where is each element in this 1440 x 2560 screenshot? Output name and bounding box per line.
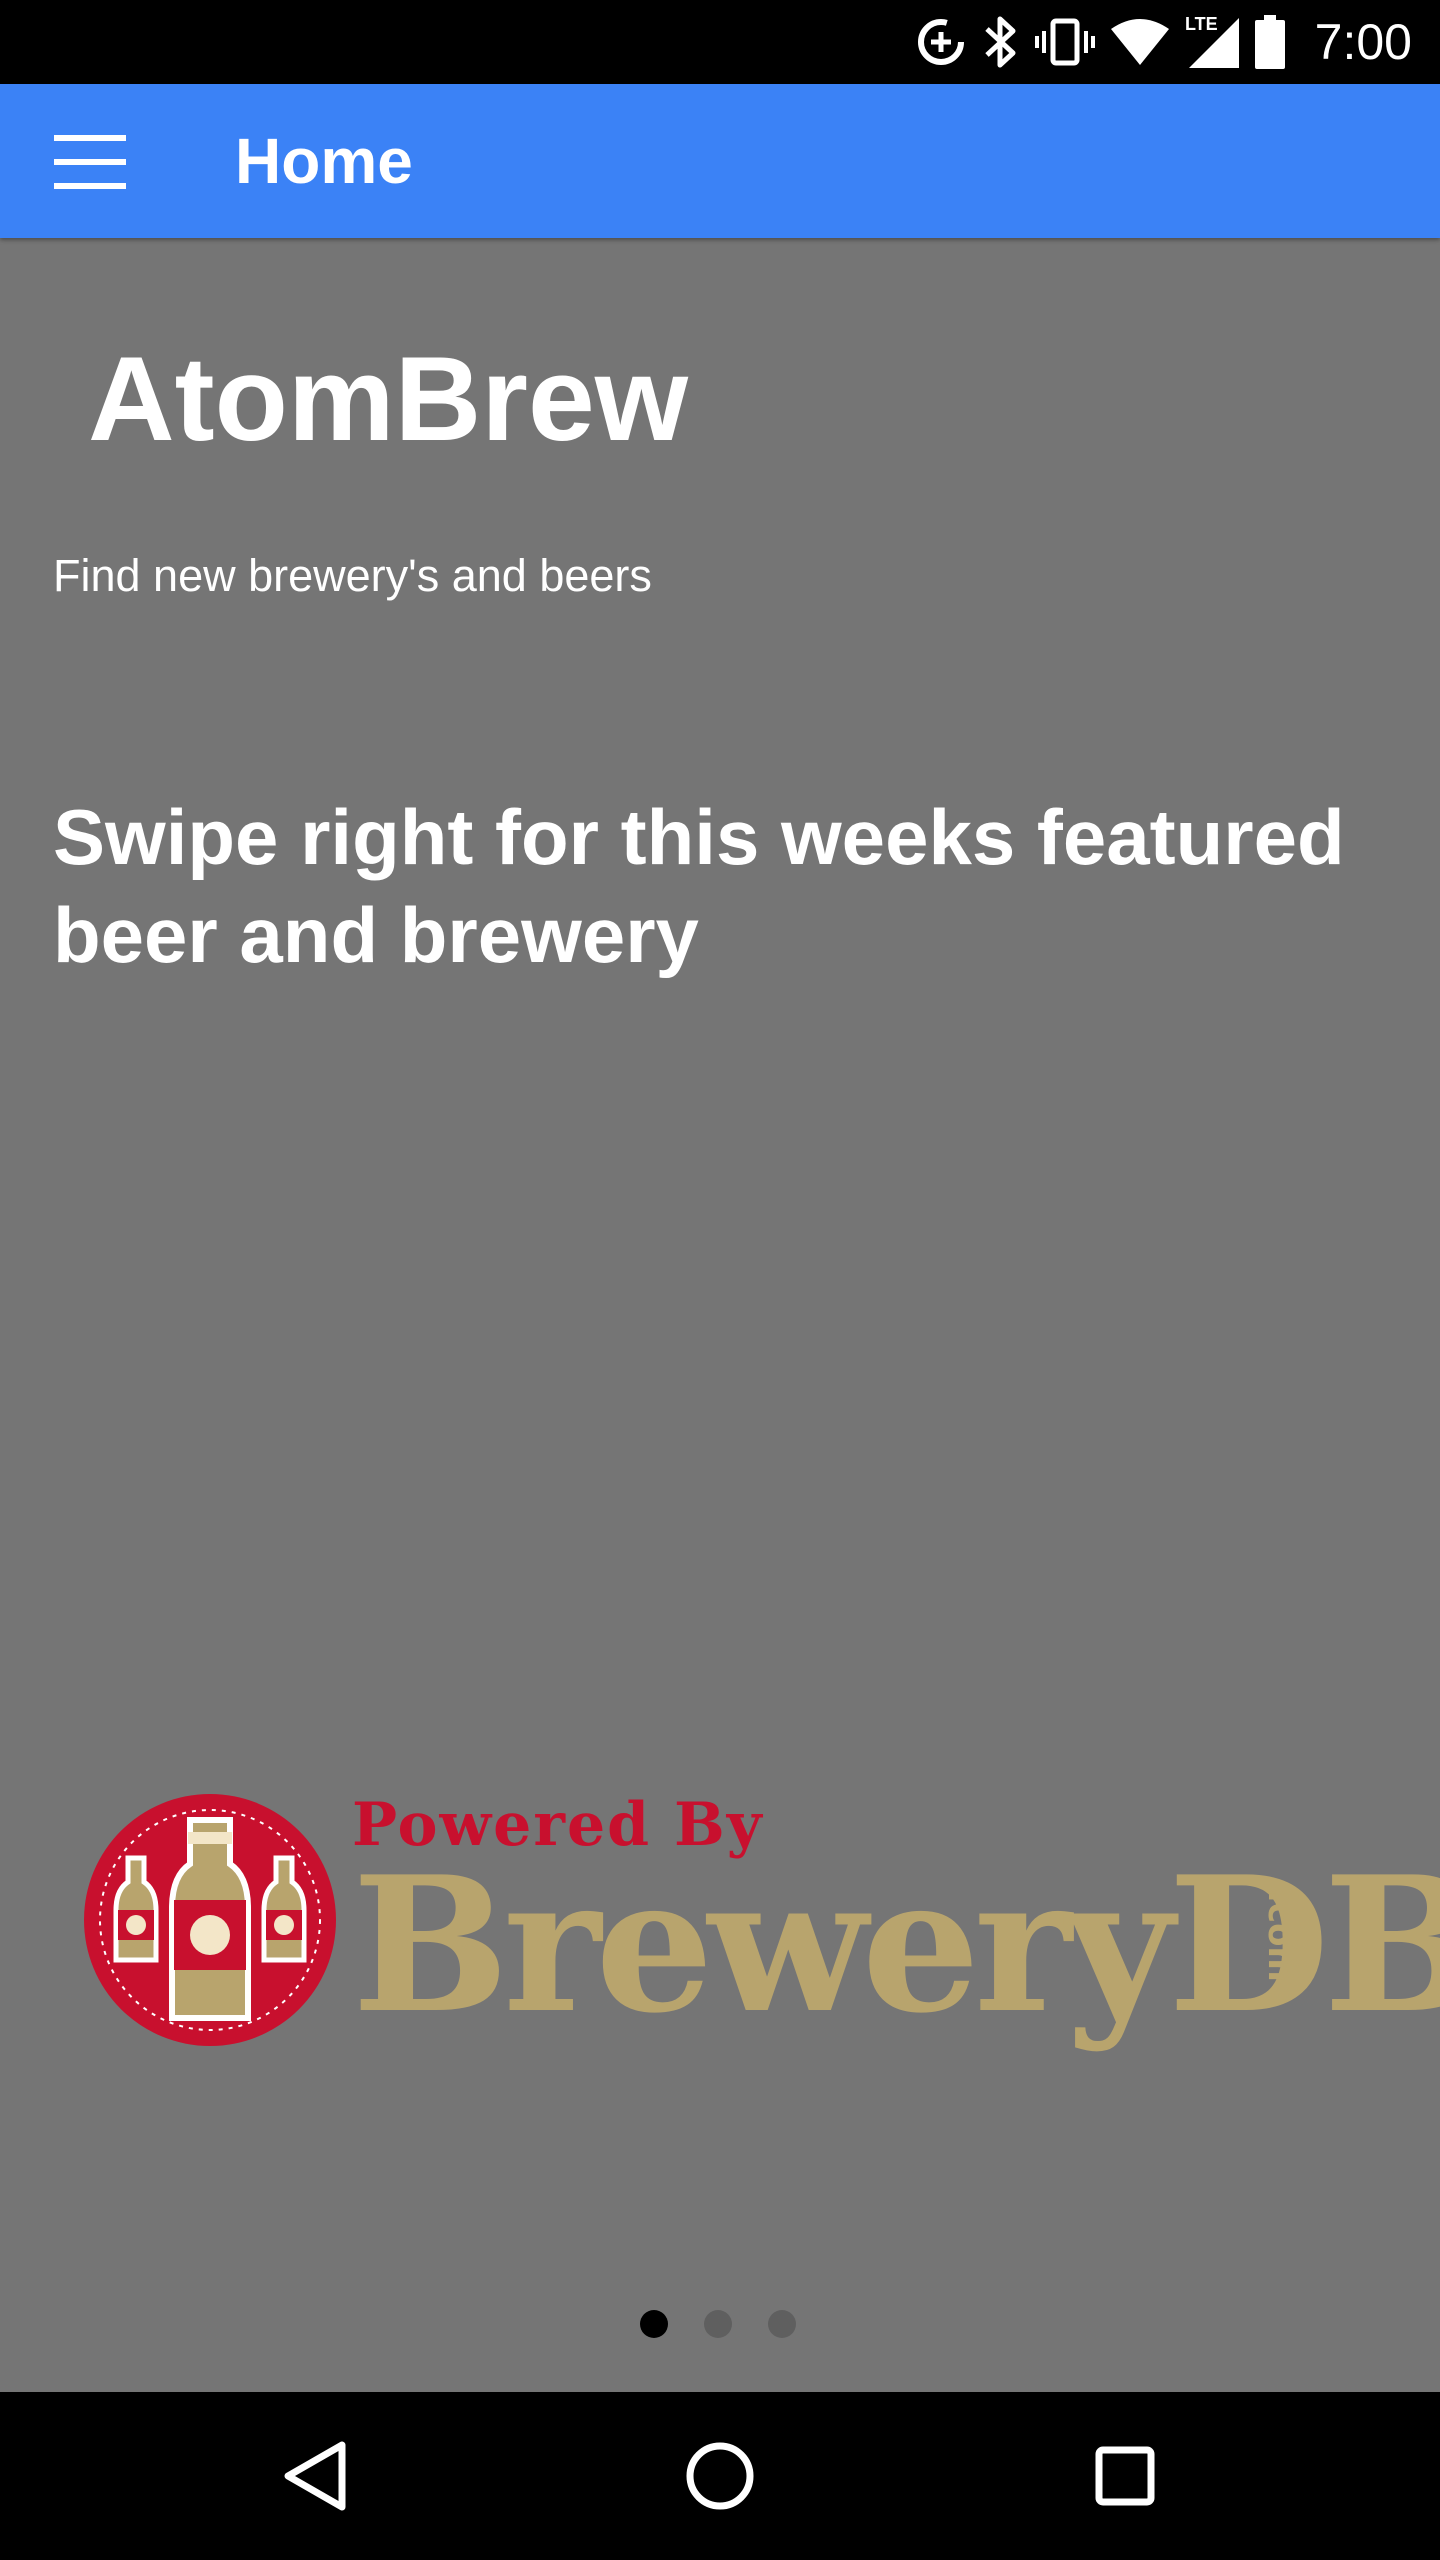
cell-signal-icon: LTE — [1185, 14, 1241, 70]
app-bar: Home — [0, 84, 1440, 238]
beer-bottles-icon — [84, 1794, 336, 2046]
wifi-icon — [1109, 15, 1171, 69]
page-indicator — [640, 2310, 796, 2338]
home-icon — [686, 2442, 754, 2510]
hamburger-menu-icon[interactable] — [40, 122, 140, 202]
navigation-bar — [0, 2392, 1440, 2560]
svg-text:LTE: LTE — [1185, 14, 1218, 34]
recents-button[interactable] — [1075, 2426, 1175, 2526]
swipe-hint: Swipe right for this weeks featured beer… — [53, 793, 1345, 979]
home-page[interactable]: AtomBrew Find new brewery's and beers Sw… — [0, 238, 1440, 2392]
app-bar-title: Home — [235, 125, 413, 197]
bluetooth-icon — [981, 15, 1021, 69]
status-bar: LTE 7:00 — [0, 0, 1440, 84]
vibrate-icon — [1034, 15, 1095, 69]
data-saver-icon — [915, 16, 967, 68]
status-icons: LTE 7:00 — [915, 0, 1440, 84]
home-button[interactable] — [670, 2426, 770, 2526]
page-dot-1[interactable] — [640, 2310, 668, 2338]
status-time: 7:00 — [1314, 14, 1412, 70]
brand-tld: .com — [1260, 1890, 1300, 1982]
recents-icon — [1095, 2446, 1155, 2506]
app-name: AtomBrew — [88, 332, 689, 466]
page-dot-2[interactable] — [704, 2310, 732, 2338]
back-icon — [284, 2441, 346, 2511]
page-dot-3[interactable] — [768, 2310, 796, 2338]
battery-icon — [1254, 15, 1285, 69]
tagline: Find new brewery's and beers — [53, 550, 652, 601]
back-button[interactable] — [265, 2426, 365, 2526]
brewerydb-logo: Powered By BreweryDB .com — [80, 1790, 1440, 2046]
